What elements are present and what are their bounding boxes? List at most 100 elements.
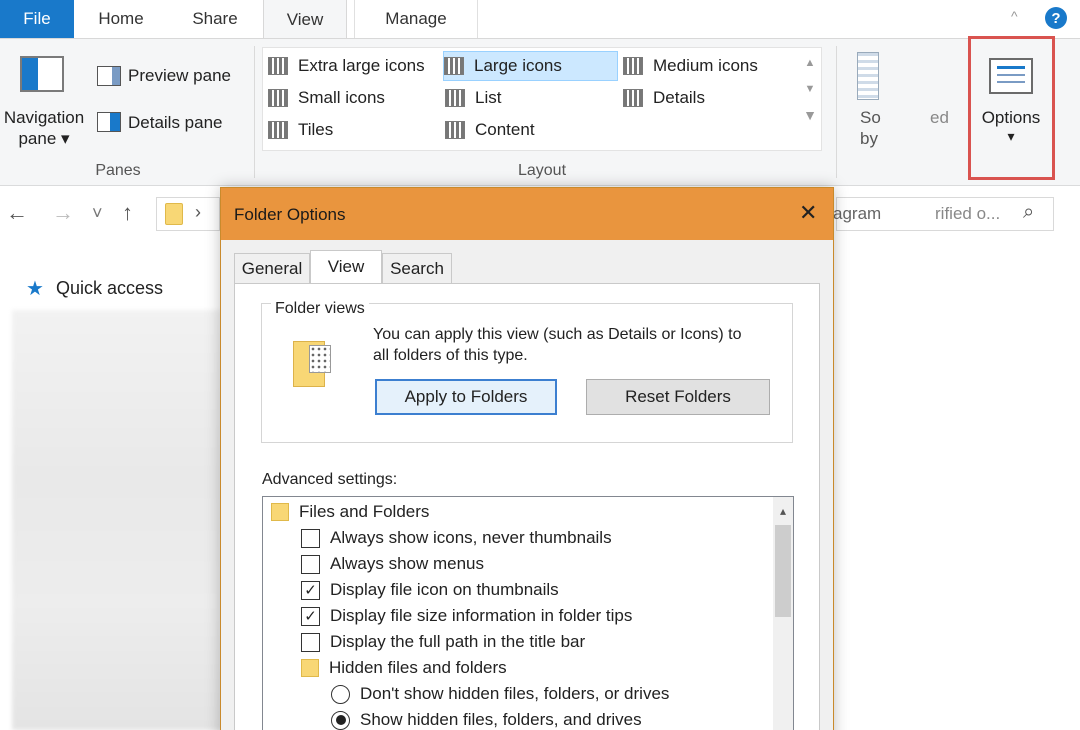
layout-large-icons[interactable]: Large icons (443, 51, 618, 81)
sort-by-button-line2[interactable]: by (860, 129, 878, 149)
checkbox[interactable] (301, 554, 320, 574)
setting-label: Display file icon on thumbnails (330, 580, 559, 599)
setting-label: Always show menus (330, 554, 485, 573)
layout-small-icons[interactable]: Small icons (268, 85, 438, 111)
layout-extra-large-icons[interactable]: Extra large icons (268, 53, 438, 79)
dialog-tab-search[interactable]: Search (382, 253, 452, 283)
radio-button-selected[interactable] (331, 710, 350, 730)
gallery-expand-icon[interactable]: ▼ (800, 102, 820, 128)
navigation-pane-button[interactable]: Navigation (0, 108, 88, 128)
group-separator (836, 46, 837, 178)
folder-views-description: You can apply this view (such as Details… (373, 324, 773, 366)
layout-gallery-scroll: ▲ ▼ ▼ (800, 50, 820, 148)
setting-label: Hidden files and folders (329, 658, 507, 677)
layout-item-label: Extra large icons (298, 56, 425, 75)
breadcrumb-chevron-icon[interactable]: › (195, 202, 201, 223)
content-icon (445, 121, 465, 139)
layout-tiles[interactable]: Tiles (268, 117, 438, 143)
checkbox[interactable] (301, 632, 320, 652)
advanced-settings-scrollbar[interactable]: ▴ (773, 497, 793, 730)
setting-display-file-icon-on-thumbnails[interactable]: ✓ Display file icon on thumbnails (301, 577, 559, 603)
layout-item-label: Tiles (298, 120, 334, 139)
preview-pane-icon (97, 66, 121, 86)
scroll-up-icon[interactable]: ▴ (773, 501, 793, 521)
tree-folder-hidden-files: Hidden files and folders (301, 655, 507, 681)
layout-details[interactable]: Details (623, 85, 793, 111)
layout-item-label: Details (653, 88, 705, 107)
help-icon[interactable]: ? (1045, 7, 1067, 29)
layout-item-label: Small icons (298, 88, 385, 107)
gallery-scroll-down-icon[interactable]: ▼ (800, 76, 820, 102)
close-icon[interactable]: ✕ (799, 200, 817, 226)
quick-access-item[interactable]: Quick access (56, 278, 163, 299)
search-partial-text: rified o... (935, 204, 1001, 223)
star-icon: ★ (26, 278, 44, 300)
checkbox[interactable] (301, 528, 320, 548)
folder-view-icon (293, 341, 331, 391)
layout-group-label: Layout (517, 162, 567, 179)
setting-label: Display file size information in folder … (330, 606, 633, 625)
folder-icon (165, 203, 183, 225)
layout-item-label: List (475, 88, 502, 107)
layout-item-label: Content (475, 120, 535, 139)
navigation-pane-icon (20, 56, 64, 92)
dialog-tab-general[interactable]: General (234, 253, 310, 283)
extra-large-icons-icon (268, 57, 288, 75)
layout-content[interactable]: Content (445, 117, 615, 143)
folder-options-dialog: Folder Options ✕ General View Search Fol… (220, 187, 834, 730)
reset-folders-button[interactable]: Reset Folders (586, 379, 770, 415)
setting-dont-show-hidden[interactable]: Don't show hidden files, folders, or dri… (331, 681, 669, 707)
sort-by-icon (857, 52, 879, 100)
tab-manage[interactable]: Manage (354, 0, 478, 38)
advanced-settings-list[interactable]: Files and Folders Always show icons, nev… (262, 496, 794, 730)
tree-folder-files-and-folders: Files and Folders (271, 499, 429, 525)
search-partial-text: agram (833, 204, 882, 223)
medium-icons-icon (623, 57, 643, 75)
recent-locations-icon[interactable]: ˅ (92, 203, 103, 224)
options-highlight-box (968, 36, 1055, 180)
panes-group-label: Panes (95, 162, 141, 179)
navigation-pane-button-line2[interactable]: pane ▾ (0, 129, 88, 149)
dialog-tab-view[interactable]: View (310, 250, 382, 283)
tab-home[interactable]: Home (80, 0, 162, 38)
setting-label: Don't show hidden files, folders, or dri… (360, 684, 670, 703)
details-pane-icon (97, 112, 121, 132)
small-icons-icon (268, 89, 288, 107)
tab-file[interactable]: File (0, 0, 74, 38)
apply-to-folders-button[interactable]: Apply to Folders (375, 379, 557, 415)
details-icon (623, 89, 643, 107)
setting-label: Always show icons, never thumbnails (330, 528, 612, 547)
group-separator (254, 46, 255, 178)
back-arrow-icon[interactable]: ← (6, 200, 28, 226)
gallery-scroll-up-icon[interactable]: ▲ (800, 50, 820, 76)
layout-medium-icons[interactable]: Medium icons (623, 53, 793, 79)
radio-button[interactable] (331, 684, 350, 704)
layout-list[interactable]: List (445, 85, 615, 111)
tiles-icon (268, 121, 288, 139)
scrollbar-thumb[interactable] (775, 525, 791, 617)
setting-always-show-menus[interactable]: Always show menus (301, 551, 484, 577)
dialog-title: Folder Options (234, 205, 346, 224)
tab-view[interactable]: View (263, 0, 347, 39)
up-arrow-icon[interactable]: ↑ (122, 200, 133, 226)
preview-pane-button[interactable]: Preview pane (128, 66, 231, 86)
list-icon (445, 89, 465, 107)
blurred-content (12, 310, 222, 730)
layout-item-label: Large icons (474, 56, 562, 75)
search-icon[interactable]: ⌕ (1023, 201, 1034, 224)
checkbox-checked[interactable]: ✓ (301, 580, 320, 600)
setting-show-hidden[interactable]: Show hidden files, folders, and drives (331, 707, 642, 730)
details-pane-button[interactable]: Details pane (128, 113, 223, 133)
folder-views-label: Folder views (271, 300, 369, 318)
address-bar[interactable]: › (156, 197, 220, 231)
checkbox-checked[interactable]: ✓ (301, 606, 320, 626)
forward-arrow-icon[interactable]: → (52, 200, 74, 226)
sort-by-button[interactable]: So (860, 108, 881, 128)
search-input[interactable]: agram rified o... ⌕ (833, 197, 1054, 231)
partial-ribbon-label: ed (930, 108, 949, 127)
setting-display-full-path[interactable]: Display the full path in the title bar (301, 629, 585, 655)
setting-always-show-icons[interactable]: Always show icons, never thumbnails (301, 525, 612, 551)
ribbon-collapse-icon[interactable]: ^ (1011, 8, 1018, 24)
tab-share[interactable]: Share (172, 0, 258, 38)
setting-display-file-size-info[interactable]: ✓ Display file size information in folder… (301, 603, 632, 629)
